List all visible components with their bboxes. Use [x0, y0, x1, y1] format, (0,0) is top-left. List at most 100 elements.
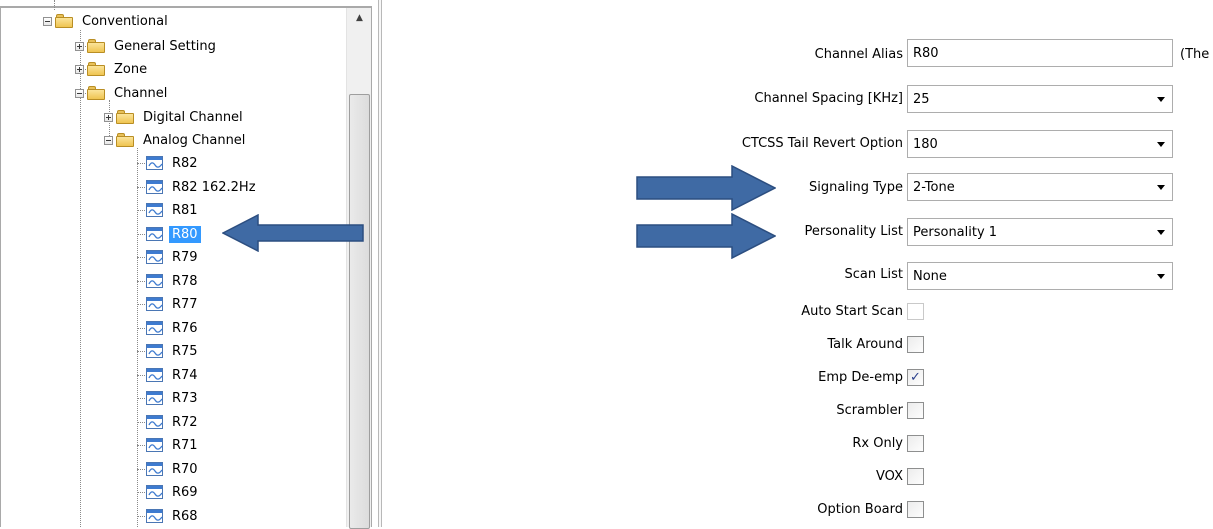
channel-spacing-select[interactable]: 25	[907, 85, 1173, 113]
expand-icon[interactable]	[104, 112, 113, 122]
vox-checkbox[interactable]	[907, 468, 924, 485]
chevron-down-icon[interactable]	[1157, 185, 1165, 190]
channel-tree-item[interactable]: R75	[146, 340, 201, 362]
right-arrow-annotation	[636, 165, 776, 211]
ctcss-tail-select[interactable]: 180	[907, 130, 1173, 158]
analog-channel-icon	[146, 509, 163, 523]
tree-node-label: Digital Channel	[143, 109, 243, 125]
channel-tree-item[interactable]: R72	[146, 411, 201, 433]
left-arrow-annotation	[222, 214, 364, 252]
channel-tree-item[interactable]: R78	[146, 270, 201, 292]
scroll-thumb[interactable]	[349, 94, 370, 529]
tree-line	[80, 30, 81, 527]
folder-icon	[55, 14, 73, 28]
analog-channel-icon	[146, 227, 163, 241]
vox-label: VOX	[876, 469, 903, 484]
checkmark-icon: ✓	[910, 370, 921, 385]
channel-spacing-label: Channel Spacing [KHz]	[754, 91, 903, 106]
folder-icon	[116, 110, 134, 124]
channel-tree-label: R71	[172, 437, 198, 453]
tree-node-general-setting[interactable]: General Setting	[75, 35, 219, 57]
collapse-icon[interactable]	[75, 88, 84, 98]
talk-around-label: Talk Around	[827, 337, 903, 352]
analog-channel-icon	[146, 250, 163, 264]
channel-alias-hint: (The	[1180, 47, 1210, 62]
expand-icon[interactable]	[75, 64, 84, 74]
tree-node-digital-channel[interactable]: Digital Channel	[104, 106, 246, 128]
signaling-type-select[interactable]: 2-Tone	[907, 173, 1173, 201]
channel-tree-item[interactable]: R71	[146, 434, 201, 456]
tree-node-label: Zone	[114, 61, 148, 77]
analog-channel-icon	[146, 368, 163, 382]
channel-tree-item[interactable]: R79	[146, 246, 201, 268]
tree-pane: Conventional General Setting Zone Channe…	[0, 0, 372, 529]
channel-tree-label: R74	[172, 367, 198, 383]
auto-start-scan-checkbox[interactable]	[907, 303, 924, 320]
scan-list-value: None	[913, 268, 947, 284]
channel-tree-item[interactable]: R82 162.2Hz	[146, 176, 259, 198]
analog-channel-icon	[146, 156, 163, 170]
scrambler-checkbox[interactable]	[907, 402, 924, 419]
tree-node-label: Analog Channel	[143, 132, 246, 148]
analog-channel-icon	[146, 321, 163, 335]
right-arrow-annotation	[636, 213, 776, 259]
channel-tree-label: R70	[172, 461, 198, 477]
folder-icon	[87, 39, 105, 53]
emp-de-emp-checkbox[interactable]: ✓	[907, 369, 924, 386]
tree-node-label: General Setting	[114, 38, 216, 54]
tree-line	[137, 148, 138, 527]
channel-tree-item[interactable]: R73	[146, 387, 201, 409]
tree-node-analog-channel[interactable]: Analog Channel	[104, 129, 248, 151]
channel-tree-label: R78	[172, 273, 198, 289]
analog-channel-icon	[146, 485, 163, 499]
chevron-down-icon[interactable]	[1157, 142, 1165, 147]
collapse-icon[interactable]	[104, 135, 113, 145]
tree-node-conventional[interactable]: Conventional	[43, 10, 171, 32]
channel-tree-item[interactable]: R81	[146, 199, 201, 221]
rx-only-label: Rx Only	[852, 436, 903, 451]
analog-channel-icon	[146, 297, 163, 311]
rx-only-checkbox[interactable]	[907, 435, 924, 452]
scan-list-label: Scan List	[844, 267, 903, 282]
analog-channel-icon	[146, 462, 163, 476]
collapse-icon[interactable]	[43, 16, 52, 26]
tree-node-label: Channel	[114, 85, 168, 101]
channel-spacing-value: 25	[913, 91, 930, 107]
channel-tree-item[interactable]: R74	[146, 364, 201, 386]
scan-list-select[interactable]: None	[907, 262, 1173, 290]
channel-tree-label: R77	[172, 296, 198, 312]
channel-tree-item[interactable]: R68	[146, 505, 201, 527]
channel-alias-input[interactable]: R80	[907, 39, 1173, 67]
option-board-checkbox[interactable]	[907, 501, 924, 518]
channel-tree-item[interactable]: R77	[146, 293, 201, 315]
channel-tree-label: R82	[172, 155, 198, 171]
tree-node-zone[interactable]: Zone	[75, 58, 150, 80]
channel-tree-label: R81	[172, 202, 198, 218]
channel-alias-label: Channel Alias	[814, 47, 903, 62]
personality-list-value: Personality 1	[913, 224, 998, 240]
tree-node-channel[interactable]: Channel	[75, 82, 170, 104]
channel-tree-item[interactable]: R76	[146, 317, 201, 339]
pane-splitter[interactable]	[378, 0, 382, 527]
personality-list-select[interactable]: Personality 1	[907, 218, 1173, 246]
channel-tree-label: R80	[169, 225, 201, 243]
scroll-up-arrow-icon[interactable]: ▲	[347, 8, 372, 28]
analog-channel-icon	[146, 438, 163, 452]
channel-tree-item[interactable]: R70	[146, 458, 201, 480]
channel-tree-label: R73	[172, 390, 198, 406]
ctcss-tail-label: CTCSS Tail Revert Option	[741, 136, 903, 151]
chevron-down-icon[interactable]	[1157, 230, 1165, 235]
analog-channel-icon	[146, 344, 163, 358]
chevron-down-icon[interactable]	[1157, 97, 1165, 102]
channel-tree-label: R69	[172, 484, 198, 500]
signaling-type-value: 2-Tone	[913, 179, 955, 195]
channel-tree-item[interactable]: R69	[146, 481, 201, 503]
expand-icon[interactable]	[75, 41, 84, 51]
channel-tree-item[interactable]: R80	[146, 223, 201, 245]
folder-icon	[116, 133, 134, 147]
tree-scrollbar[interactable]: ▲	[346, 8, 372, 529]
channel-tree-item[interactable]: R82	[146, 152, 201, 174]
talk-around-checkbox[interactable]	[907, 336, 924, 353]
analog-channel-icon	[146, 391, 163, 405]
chevron-down-icon[interactable]	[1157, 274, 1165, 279]
